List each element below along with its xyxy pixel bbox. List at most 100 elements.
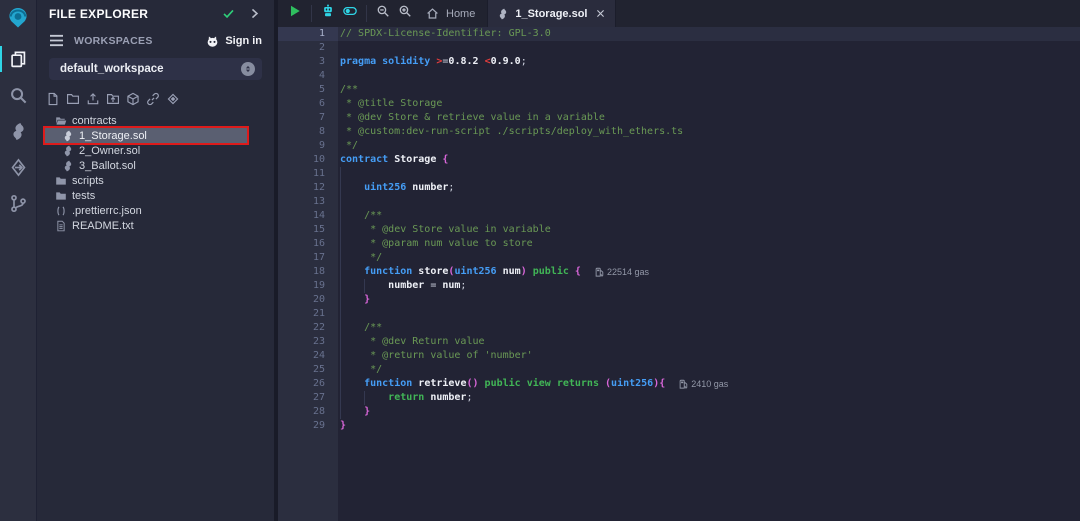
file-text-icon [55,220,67,232]
activity-bar-item-solidity-compiler[interactable] [0,114,36,148]
git-icon [9,194,28,213]
activity-bar-item-file-explorer[interactable] [0,42,36,76]
run-script-icon [288,4,302,23]
solidity-file-icon [62,145,74,157]
close-tab-icon[interactable] [595,8,606,19]
folder-icon [55,190,67,202]
braces-icon [55,205,67,217]
code-line-2[interactable] [338,41,1080,55]
code-line-23[interactable]: * @dev Return value [338,335,1080,349]
solidity-file-icon [497,8,509,20]
zoom-in-button[interactable] [394,0,416,27]
ai-copilot-toggle-icon [343,4,357,23]
code-line-6[interactable]: * @title Storage [338,97,1080,111]
ai-copilot-toggle-button[interactable] [339,0,361,27]
line-number: 6 [278,97,338,111]
code-line-21[interactable] [338,307,1080,321]
solidity-file-icon [62,160,74,172]
file-tree-item-3-ballot-sol[interactable]: 3_Ballot.sol [45,158,274,173]
activity-bar-item-search-in-files[interactable] [0,78,36,112]
code-line-8[interactable]: * @custom:dev-run-script ./scripts/deplo… [338,125,1080,139]
code-line-17[interactable]: */ [338,251,1080,265]
github-sign-in-button[interactable]: Sign in [205,35,262,48]
file-explorer-panel: FILE EXPLORER WORKSPACES Sign in default… [37,0,274,521]
create-new-file-button[interactable] [45,93,60,109]
zoom-out-icon [376,4,390,23]
file-tree-label: README.txt [72,220,134,232]
code-line-4[interactable] [338,69,1080,83]
file-tree-item-tests[interactable]: tests [45,188,274,203]
code-line-20[interactable]: } [338,293,1080,307]
editor-region: Home 1_Storage.sol 123456789101112131415… [278,0,1080,521]
code-line-29[interactable]: } [338,419,1080,433]
line-number: 17 [278,251,338,265]
code-line-15[interactable]: * @dev Store value in variable [338,223,1080,237]
tab-home[interactable]: Home [426,0,475,27]
code-line-5[interactable]: /** [338,83,1080,97]
remix-ai-assistant-icon [321,4,335,23]
code-line-12[interactable]: uint256 number; [338,181,1080,195]
line-number: 1 [278,27,338,41]
hamburger-menu-icon[interactable] [49,34,65,48]
file-tree-item-readme-txt[interactable]: README.txt [45,218,274,233]
remix-ide-window: FILE EXPLORER WORKSPACES Sign in default… [0,0,1080,521]
file-tree-label: contracts [72,115,117,127]
code-line-22[interactable]: /** [338,321,1080,335]
code-line-13[interactable] [338,195,1080,209]
line-number: 2 [278,41,338,55]
code-line-27[interactable]: return number; [338,391,1080,405]
folder-icon [55,175,67,187]
line-number: 16 [278,237,338,251]
run-script-button[interactable] [284,0,306,27]
upload-folder-button[interactable] [105,93,120,109]
code-line-10[interactable]: contract Storage { [338,153,1080,167]
update-imports-button[interactable] [165,93,180,109]
code-line-24[interactable]: * @return value of 'number' [338,349,1080,363]
file-tree-item-scripts[interactable]: scripts [45,173,274,188]
code-line-28[interactable]: } [338,405,1080,419]
load-from-url-button[interactable] [145,93,160,109]
remix-ai-assistant-button[interactable] [317,0,339,27]
code-line-18[interactable]: function store(uint256 num) public {2251… [338,265,1080,279]
file-tree-item--prettierrc-json[interactable]: .prettierrc.json [45,203,274,218]
zoom-out-button[interactable] [372,0,394,27]
line-number: 18 [278,265,338,279]
line-number: 15 [278,223,338,237]
code-line-7[interactable]: * @dev Store & retrieve value in a varia… [338,111,1080,125]
chevron-right-icon[interactable] [246,6,262,22]
line-number: 8 [278,125,338,139]
file-tree-item-1-storage-sol[interactable]: 1_Storage.sol [45,128,247,143]
workspace-ok-check-icon[interactable] [220,6,236,22]
code-line-9[interactable]: */ [338,139,1080,153]
code-line-25[interactable]: */ [338,363,1080,377]
code-line-19[interactable]: number = num; [338,279,1080,293]
upload-files-button[interactable] [85,93,100,109]
gas-estimate-badge: 2410 gas [679,377,728,391]
code-line-26[interactable]: function retrieve() public view returns … [338,377,1080,391]
activity-bar-item-git[interactable] [0,186,36,220]
workspaces-row: WORKSPACES Sign in [37,32,274,50]
activity-bar-item-deploy-and-run[interactable] [0,150,36,184]
workspace-select-dropdown[interactable]: default_workspace [49,58,262,80]
code-line-11[interactable] [338,167,1080,181]
file-tree-item-2-owner-sol[interactable]: 2_Owner.sol [45,143,274,158]
panel-header: FILE EXPLORER [37,0,274,27]
code-line-3[interactable]: pragma solidity >=0.8.2 <0.9.0; [338,55,1080,69]
file-tree-label: 1_Storage.sol [79,130,147,142]
code-editor[interactable]: 1234567891011121314151617181920212223242… [278,27,1080,521]
file-tree-item-contracts[interactable]: contracts [45,113,274,128]
create-new-folder-button[interactable] [65,93,80,109]
publish-to-ipfs-button[interactable] [125,93,140,109]
code-line-16[interactable]: * @param num value to store [338,237,1080,251]
code-line-14[interactable]: /** [338,209,1080,223]
code-line-1[interactable]: // SPDX-License-Identifier: GPL-3.0 [338,27,1080,41]
editor-code-area[interactable]: // SPDX-License-Identifier: GPL-3.0 pragm… [338,27,1080,521]
line-number: 25 [278,363,338,377]
panel-title: FILE EXPLORER [49,7,210,21]
line-number: 21 [278,307,338,321]
activity-bar [0,0,37,521]
line-number: 19 [278,279,338,293]
line-number: 23 [278,335,338,349]
tab-1-storage-sol[interactable]: 1_Storage.sol [487,0,616,27]
line-number: 27 [278,391,338,405]
